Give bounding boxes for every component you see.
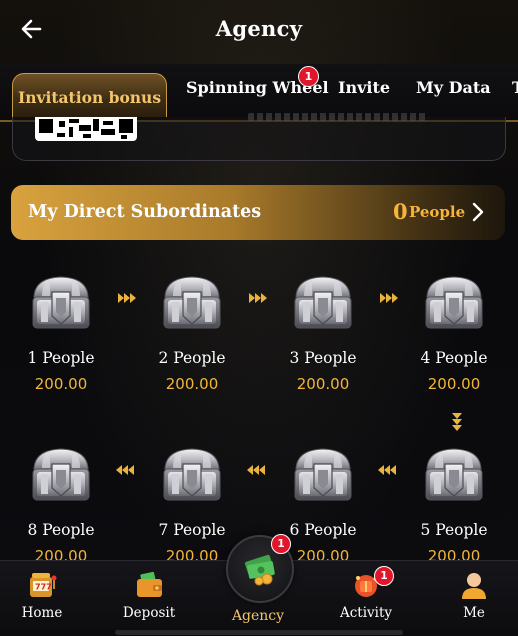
chevron-right-icon[interactable] bbox=[470, 200, 486, 224]
nav-activity[interactable]: Activity bbox=[326, 561, 406, 636]
reward-tier-4: 4 People 200.00 bbox=[404, 272, 504, 402]
reward-tier-3: 3 People 200.00 bbox=[273, 272, 373, 402]
arrow-right-icon bbox=[118, 293, 136, 303]
treasure-chest-icon bbox=[28, 272, 94, 334]
direct-subordinates-bar[interactable]: My Direct Subordinates 0 People bbox=[11, 185, 505, 240]
subordinates-title: My Direct Subordinates bbox=[28, 202, 262, 222]
tier-label: 4 People bbox=[420, 349, 488, 367]
invite-card bbox=[12, 113, 506, 161]
treasure-chest-icon bbox=[421, 444, 487, 506]
nav-me-label: Me bbox=[463, 605, 485, 621]
tier-label: 1 People bbox=[27, 349, 95, 367]
spinning-wheel-badge: 1 bbox=[298, 66, 319, 87]
tab-invitation-bonus[interactable]: Invitation bonus bbox=[12, 73, 167, 117]
nav-agency-label: Agency bbox=[231, 608, 285, 624]
reward-tier-8: 8 People 200.00 bbox=[11, 444, 111, 574]
qr-code-image bbox=[35, 117, 137, 141]
tier-label: 3 People bbox=[289, 349, 357, 367]
nav-me[interactable]: Me bbox=[434, 561, 514, 636]
reward-tier-2: 2 People 200.00 bbox=[142, 272, 242, 402]
tab-my-data[interactable]: My Data bbox=[416, 78, 491, 97]
treasure-chest-icon bbox=[421, 272, 487, 334]
header: Agency bbox=[0, 0, 518, 62]
invite-hint-text bbox=[248, 113, 428, 121]
wallet-icon bbox=[137, 571, 162, 597]
nav-deposit-label: Deposit bbox=[122, 605, 176, 621]
tier-amount: 200.00 bbox=[165, 375, 219, 393]
user-avatar-icon bbox=[462, 573, 486, 599]
subordinates-unit: People bbox=[409, 203, 466, 221]
arrow-left-icon bbox=[247, 465, 265, 475]
activity-badge: 1 bbox=[374, 566, 394, 586]
treasure-chest-icon bbox=[290, 272, 356, 334]
treasure-chest-icon bbox=[159, 272, 225, 334]
subordinates-count: 0 bbox=[393, 199, 408, 224]
page-title: Agency bbox=[215, 16, 303, 41]
treasure-chest-icon bbox=[28, 444, 94, 506]
nav-home[interactable]: 777 Home bbox=[2, 561, 82, 636]
home-indicator-bar bbox=[115, 630, 403, 635]
tier-label: 8 People bbox=[27, 521, 95, 539]
arrow-right-icon bbox=[380, 293, 398, 303]
agency-badge: 1 bbox=[271, 534, 291, 554]
tier-amount: 200.00 bbox=[427, 375, 481, 393]
slot-machine-icon: 777 bbox=[30, 573, 57, 597]
nav-deposit[interactable]: Deposit bbox=[109, 561, 189, 636]
tier-amount: 200.00 bbox=[34, 375, 88, 393]
nav-activity-label: Activity bbox=[339, 605, 393, 621]
arrow-down-icon bbox=[452, 413, 462, 431]
nav-home-label: Home bbox=[21, 605, 63, 621]
svg-text:777: 777 bbox=[35, 583, 52, 592]
tier-label: 2 People bbox=[158, 349, 226, 367]
arrow-right-icon bbox=[249, 293, 267, 303]
tab-overflow-partial[interactable]: T bbox=[512, 78, 518, 97]
treasure-chest-icon bbox=[159, 444, 225, 506]
arrow-left-icon bbox=[378, 465, 396, 475]
money-stack-icon bbox=[244, 554, 275, 586]
tier-label: 5 People bbox=[420, 521, 488, 539]
treasure-chest-icon bbox=[290, 444, 356, 506]
reward-tier-5: 5 People 200.00 bbox=[404, 444, 504, 574]
tier-amount: 200.00 bbox=[296, 375, 350, 393]
arrow-left-icon bbox=[116, 465, 134, 475]
tab-invite[interactable]: Invite bbox=[338, 78, 390, 97]
reward-tier-1: 1 People 200.00 bbox=[11, 272, 111, 402]
